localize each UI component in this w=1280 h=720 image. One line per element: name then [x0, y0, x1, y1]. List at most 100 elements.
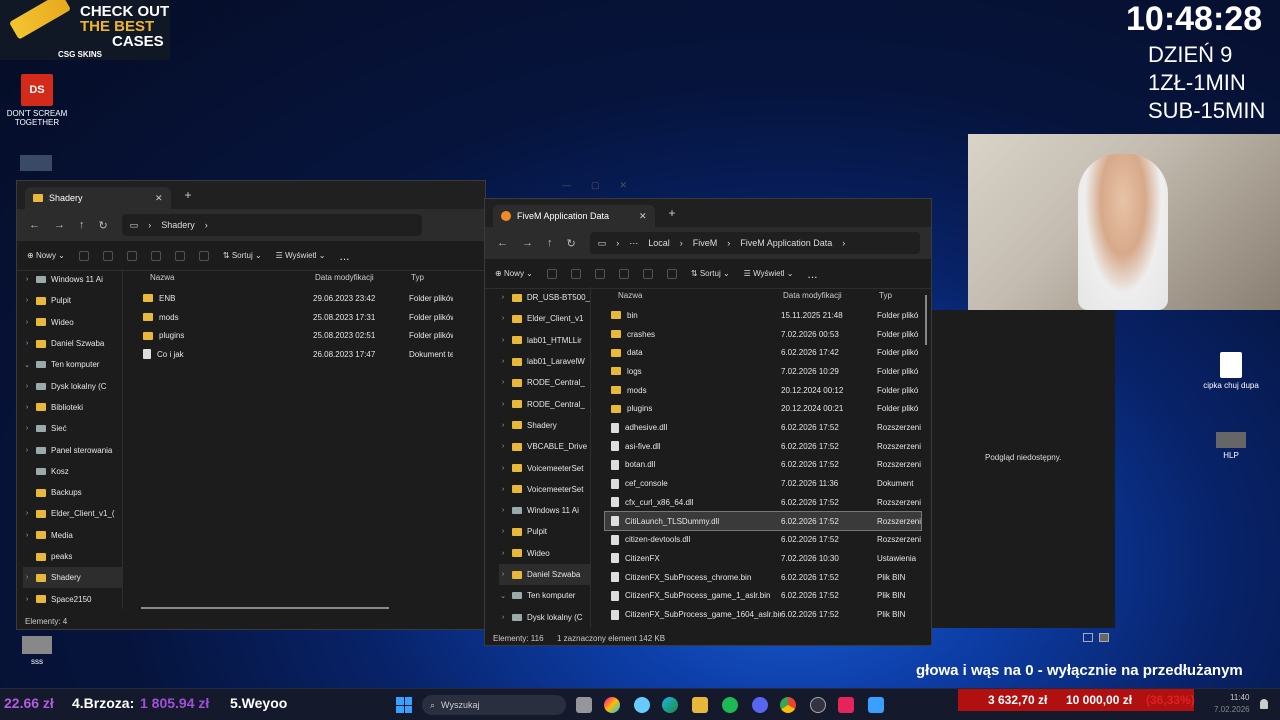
sidebar-item[interactable]: › Windows 11 Ai [23, 269, 122, 290]
chevron-icon[interactable]: › [499, 614, 507, 621]
chevron-icon[interactable]: › [23, 510, 31, 517]
clock-date[interactable]: 7.02.2026 [1214, 705, 1250, 714]
chevron-icon[interactable]: ⌄ [23, 361, 31, 369]
tiktok-icon[interactable] [838, 697, 854, 713]
sidebar-item[interactable]: › Media [23, 525, 122, 546]
rename-icon[interactable] [618, 268, 629, 279]
sidebar-item[interactable]: › Biblioteki [23, 397, 122, 418]
sidebar-item[interactable]: Backups [23, 482, 122, 503]
sidebar-item[interactable]: › Shadery [23, 567, 122, 589]
chevron-icon[interactable]: › [499, 443, 507, 450]
sidebar-item[interactable]: › lab01_LaravelW [499, 351, 590, 372]
file-row[interactable]: mods 25.08.2023 17:31 Folder plików [137, 308, 453, 327]
sidebar-item[interactable]: › VoicemeeterSet [499, 479, 590, 500]
ellipsis-icon[interactable]: ⋯ [629, 238, 638, 249]
chevron-icon[interactable]: › [499, 571, 507, 578]
copilot-icon[interactable] [604, 697, 620, 713]
chevron-icon[interactable]: › [499, 294, 507, 301]
chevron-icon[interactable]: › [499, 337, 507, 344]
steam-icon[interactable] [810, 697, 826, 713]
paste-icon[interactable] [594, 268, 605, 279]
sidebar-item[interactable]: › Pulpit [499, 521, 590, 542]
cut-icon[interactable] [78, 250, 89, 261]
sidebar-item[interactable]: › Sieć [23, 418, 122, 439]
more-options-button[interactable]: ... [808, 267, 818, 281]
chevron-icon[interactable]: › [499, 358, 507, 365]
chevron-icon[interactable]: › [23, 404, 31, 411]
chrome-icon[interactable] [780, 697, 796, 713]
refresh-icon[interactable]: ↻ [567, 237, 576, 250]
file-row[interactable]: CitizenFX_SubProcess_game_1604_aslr.bin 6… [605, 605, 921, 624]
desktop-icon-dont-scream[interactable]: DS DON'T SCREAM TOGETHER [0, 74, 74, 127]
tab-shadery[interactable]: Shadery ✕ [25, 187, 171, 209]
file-row[interactable]: mods 20.12.2024 00:12 Folder plikó [605, 381, 921, 400]
sort-button[interactable]: ⇅ Sortuj ⌄ [691, 269, 730, 278]
minimize-icon[interactable]: — [562, 180, 571, 196]
paste-icon[interactable] [126, 250, 137, 261]
sort-button[interactable]: ⇅ Sortuj ⌄ [223, 251, 262, 260]
close-icon[interactable]: ✕ [620, 180, 628, 196]
desktop-icon-hlp[interactable]: HLP [1194, 432, 1268, 460]
file-row[interactable]: logs 7.02.2026 10:29 Folder plikó [605, 362, 921, 381]
column-header-name[interactable]: Nazwa [150, 273, 174, 282]
sidebar-item[interactable]: › RODE_Central_ [499, 393, 590, 414]
file-row[interactable]: cef_console 7.02.2026 11:36 Dokument [605, 474, 921, 493]
up-icon[interactable]: ↑ [547, 237, 553, 249]
discord-icon[interactable] [752, 697, 768, 713]
tab-fivem[interactable]: FiveM Application Data ✕ [493, 205, 655, 227]
file-row[interactable]: ENB 29.06.2023 23:42 Folder plików [137, 289, 453, 308]
column-header-date[interactable]: Data modyfikacji [315, 273, 374, 282]
file-row[interactable]: crashes 7.02.2026 00:53 Folder plikó [605, 325, 921, 344]
column-header-name[interactable]: Nazwa [618, 291, 642, 300]
chevron-icon[interactable]: › [499, 401, 507, 408]
sidebar-item[interactable]: › lab01_HTMLLir [499, 330, 590, 351]
sidebar-item[interactable]: › Daniel Szwaba [23, 333, 122, 354]
edge-icon[interactable] [662, 697, 678, 713]
sidebar-item[interactable]: › Dysk lokalny (C [499, 606, 590, 627]
share-icon[interactable] [642, 268, 653, 279]
sidebar-item[interactable]: › Elder_Client_v1 [499, 308, 590, 329]
share-icon[interactable] [174, 250, 185, 261]
chevron-icon[interactable]: › [23, 596, 31, 603]
file-row[interactable]: CitizenFX_SubProcess_chrome.bin 6.02.2026… [605, 568, 921, 587]
sidebar-item[interactable]: › Wideo [499, 543, 590, 564]
maximize-icon[interactable]: ▢ [591, 180, 600, 196]
notification-bell-icon[interactable] [1260, 699, 1268, 709]
chevron-icon[interactable]: › [23, 425, 31, 432]
details-view-toggle[interactable] [1083, 633, 1093, 642]
vertical-scrollbar[interactable] [925, 295, 927, 345]
desktop-icon-thumb[interactable] [20, 155, 52, 171]
sidebar-item[interactable]: › Elder_Client_v1_( [23, 503, 122, 524]
chevron-icon[interactable]: › [23, 319, 31, 326]
sidebar-item[interactable]: › DR_USB-BT500_ [499, 287, 590, 308]
chevron-icon[interactable]: › [499, 528, 507, 535]
sidebar-item[interactable]: › Shadery [499, 415, 590, 436]
file-row[interactable]: bin 15.11.2025 21:48 Folder plikó [605, 306, 921, 325]
sidebar-item[interactable]: › Dysk lokalny (C [23, 375, 122, 396]
sidebar-item[interactable]: ⌄ Ten komputer [499, 585, 590, 606]
new-tab-icon[interactable]: + [669, 206, 676, 220]
file-row[interactable]: CitiLaunch_TLSDummy.dll 6.02.2026 17:52 Ro… [604, 510, 922, 532]
view-button[interactable]: ☰ Wyświetl ⌄ [744, 269, 794, 278]
close-tab-icon[interactable]: ✕ [639, 211, 647, 222]
sidebar-item[interactable]: › Space2150 [23, 588, 122, 609]
forward-icon[interactable]: → [522, 237, 533, 249]
chevron-icon[interactable]: › [499, 486, 507, 493]
clock-time[interactable]: 11:40 [1230, 693, 1249, 702]
desktop-icon-sss[interactable]: sss [0, 636, 74, 666]
desktop-icon-cipka[interactable]: cipka chuj dupa [1194, 352, 1268, 390]
sidebar-item[interactable]: › Windows 11 Ai [499, 500, 590, 521]
column-header-date[interactable]: Data modyfikacji [783, 291, 842, 300]
address-bar[interactable]: ▭ › Shadery › [121, 214, 422, 236]
sidebar-item[interactable]: › VBCABLE_Drive [499, 436, 590, 457]
sidebar-item[interactable]: › Daniel Szwaba [499, 563, 590, 586]
file-row[interactable]: cfx_curl_x86_64.dll 6.02.2026 17:52 Rozsze… [605, 493, 921, 512]
new-button[interactable]: ⊕ Nowy ⌄ [27, 251, 65, 260]
breadcrumb-appdata[interactable]: FiveM Application Data [740, 238, 832, 248]
sidebar-item[interactable]: › Panel sterowania [23, 439, 122, 460]
taskbar-search-box[interactable]: ⌕ Wyszukaj [422, 695, 566, 715]
refresh-icon[interactable]: ↻ [99, 219, 108, 232]
delete-icon[interactable] [666, 268, 677, 279]
delete-icon[interactable] [198, 250, 209, 261]
sidebar-item[interactable]: peaks [23, 546, 122, 567]
